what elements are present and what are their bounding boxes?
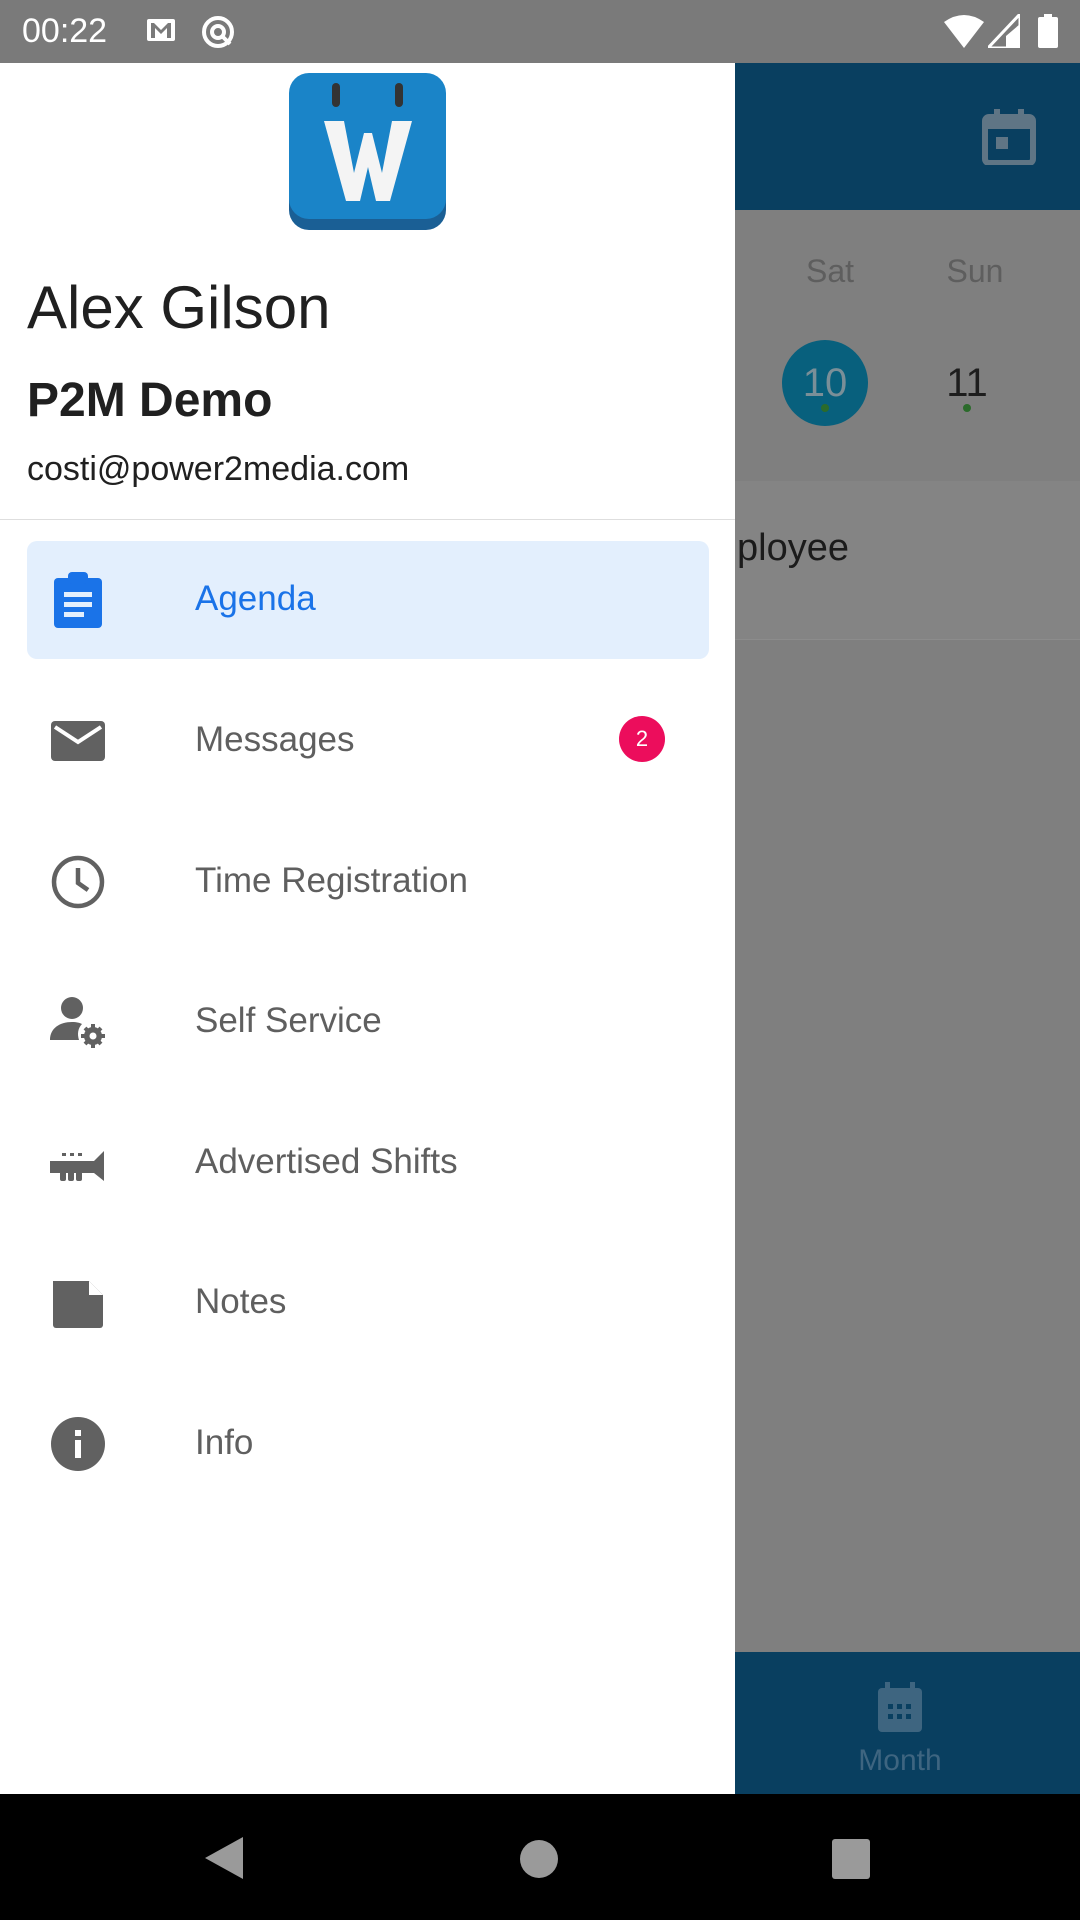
main-screen-behind-overlay[interactable]: Sat Sun 10 11 ployee Month [735, 63, 1080, 1794]
note-icon [53, 1281, 103, 1328]
trumpet-icon [50, 1151, 104, 1181]
navigation-drawer: Alex Gilson P2M Demo costi@power2media.c… [0, 63, 735, 1794]
home-button[interactable] [520, 1840, 558, 1878]
mail-icon [51, 721, 105, 761]
drawer-item-label: Self Service [195, 1001, 382, 1040]
drawer-item-notes[interactable]: Notes [27, 1244, 709, 1362]
bottom-nav: Month [735, 1652, 1080, 1794]
app-logo [289, 73, 446, 230]
day-name: Sat [805, 253, 855, 289]
drawer-item-time-registration[interactable]: Time Registration [27, 823, 709, 941]
gmail-icon [147, 19, 175, 41]
user-settings-icon [50, 997, 105, 1048]
status-bar: 00:22 [0, 0, 1080, 63]
calendar-month-icon [878, 1682, 922, 1732]
drawer-item-label: Messages [195, 720, 355, 759]
event-dot [821, 404, 829, 412]
battery-icon [1038, 14, 1058, 48]
drawer-item-messages[interactable]: Messages 2 [27, 682, 709, 800]
drawer-item-label: Time Registration [195, 861, 468, 900]
calendar-today-icon[interactable] [982, 109, 1036, 165]
recents-button[interactable] [832, 1839, 870, 1879]
day-number-selected[interactable]: 10 [782, 340, 868, 426]
drawer-item-label: Notes [195, 1282, 287, 1321]
wifi-icon [944, 15, 984, 48]
clock-icon [51, 855, 105, 909]
drawer-item-label: Info [195, 1423, 254, 1462]
day-name: Sun [946, 253, 1004, 289]
drawer-item-label: Agenda [195, 579, 316, 618]
status-time: 00:22 [22, 12, 108, 50]
organization-name: P2M Demo [27, 374, 273, 427]
divider [0, 519, 735, 520]
app-bar [735, 63, 1080, 210]
unread-badge: 2 [619, 716, 665, 762]
info-icon [51, 1417, 105, 1471]
drawer-item-agenda[interactable]: Agenda [27, 541, 709, 659]
user-name: Alex Gilson [27, 274, 331, 341]
clipboard-icon [54, 572, 102, 628]
drawer-item-label: Advertised Shifts [195, 1142, 458, 1181]
drawer-item-advertised-shifts[interactable]: Advertised Shifts [27, 1104, 709, 1222]
signal-icon [988, 14, 1020, 48]
drawer-item-self-service[interactable]: Self Service [27, 963, 709, 1081]
day-number[interactable]: 11 [924, 340, 1010, 426]
event-dot [963, 404, 971, 412]
agenda-row[interactable]: ployee [735, 481, 1080, 640]
drawer-item-info[interactable]: Info [27, 1385, 709, 1503]
system-nav-bar [0, 1794, 1080, 1920]
back-button[interactable] [205, 1837, 245, 1879]
agenda-row-text: ployee [737, 527, 849, 569]
tab-month-label: Month [858, 1744, 942, 1777]
at-sign-icon [202, 16, 234, 48]
user-email: costi@power2media.com [27, 450, 410, 488]
